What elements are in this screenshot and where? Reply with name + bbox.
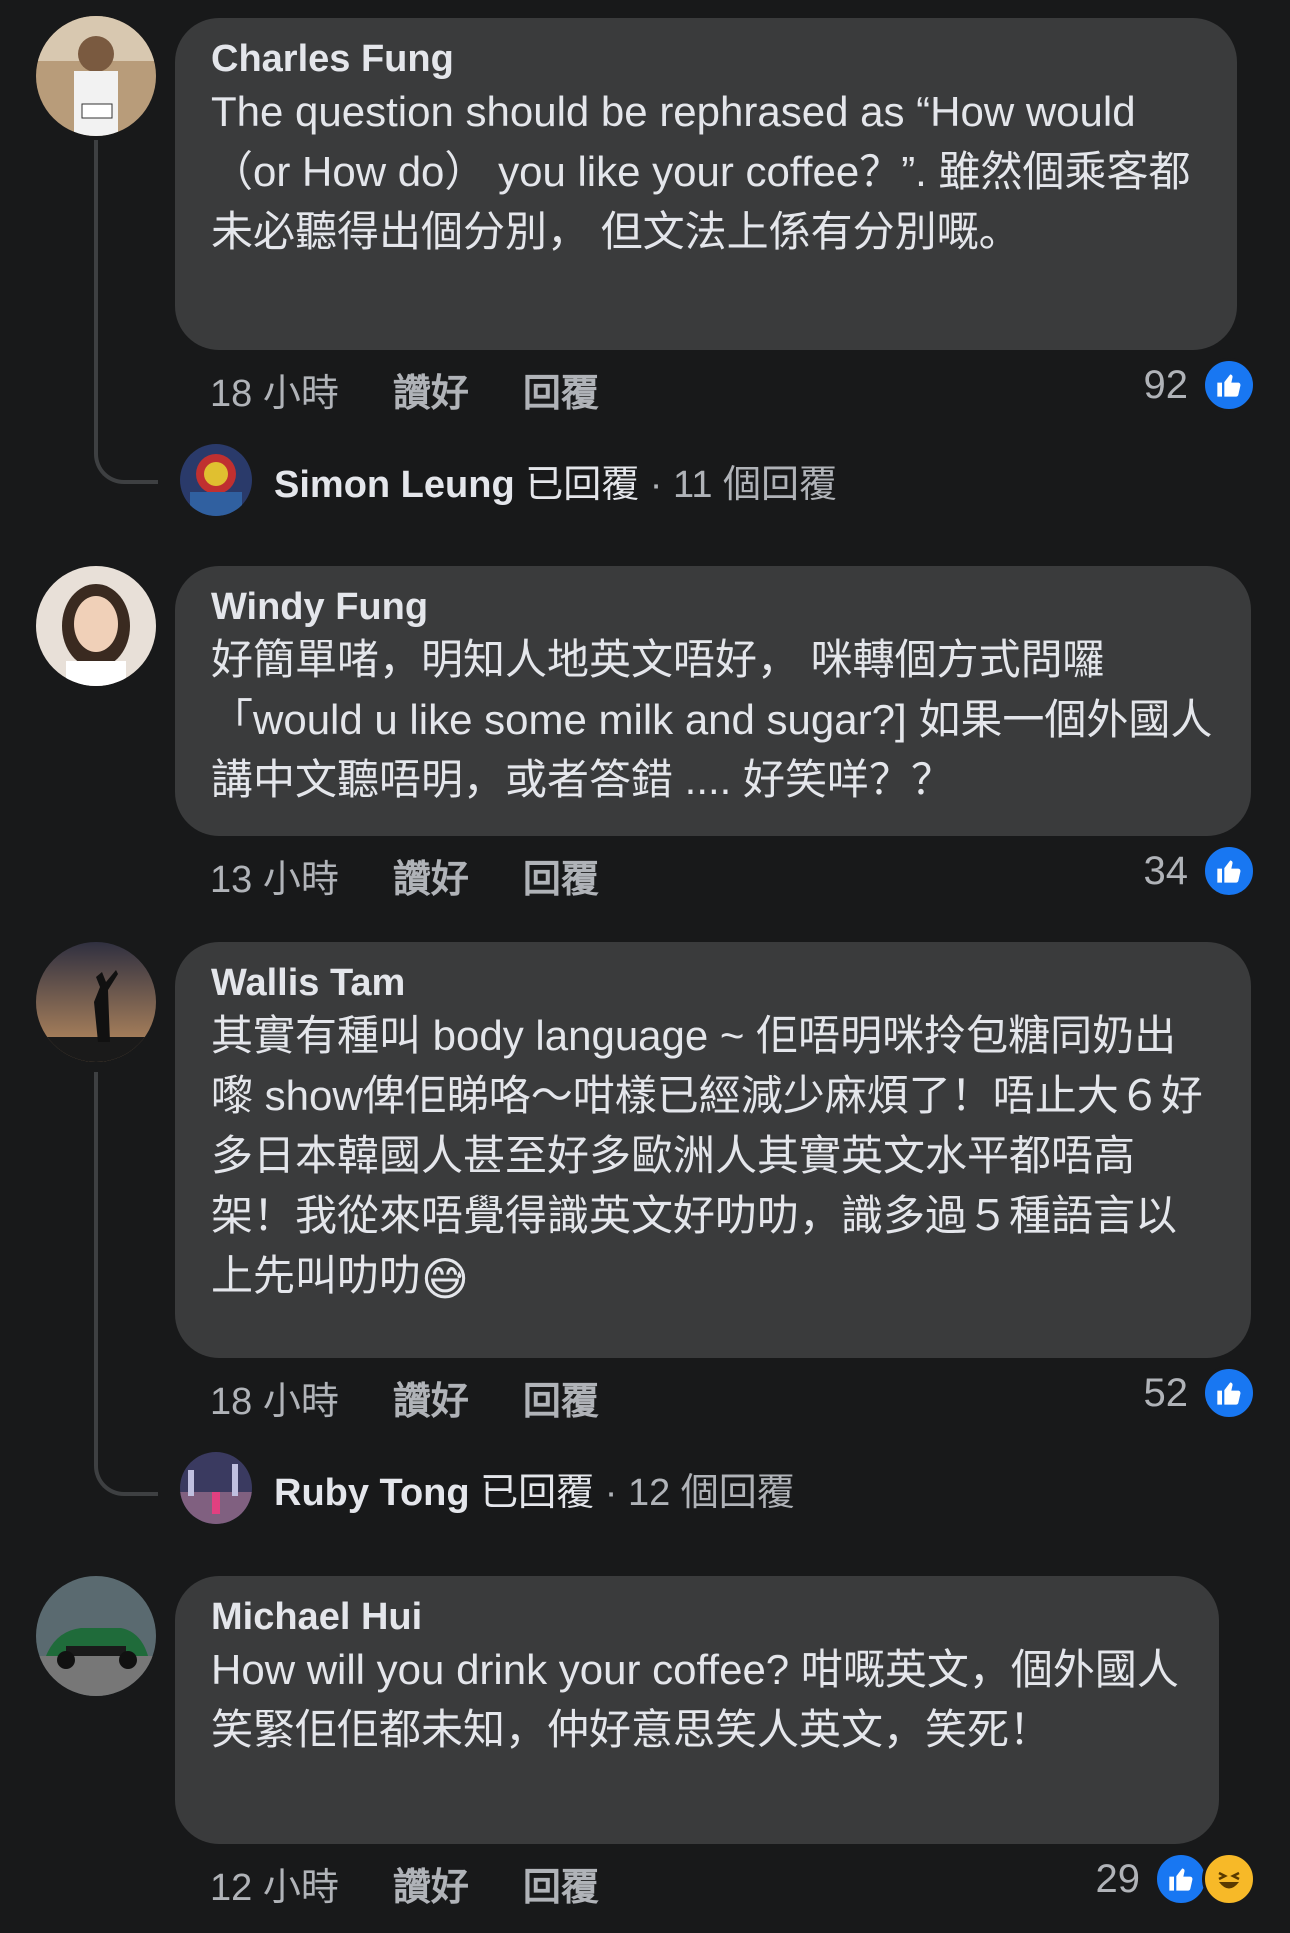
reply-count: 12 個回覆 (627, 1471, 795, 1514)
reply-author: Ruby Tong (274, 1471, 470, 1514)
like-count: 52 (1143, 1370, 1189, 1415)
thumbs-up-icon (1202, 844, 1256, 898)
comment-time[interactable]: 18 小時 (210, 1370, 339, 1425)
comment-text: 好簡單啫，明知人地英文唔好， 咪轉個方式問囉「would u like some… (211, 636, 1213, 803)
comment-author[interactable]: Charles Fung (211, 36, 1201, 82)
comment-time[interactable]: 18 小時 (210, 362, 339, 417)
reply-separator: · (649, 463, 663, 506)
reply-avatar (180, 444, 252, 516)
reply-button[interactable]: 回覆 (523, 848, 599, 903)
avatar[interactable] (36, 1576, 156, 1696)
reply-button[interactable]: 回覆 (523, 1370, 599, 1425)
comment-bubble: Windy Fung 好簡單啫，明知人地英文唔好， 咪轉個方式問囉「would … (175, 566, 1251, 836)
comment-text: How will you drink your coffee? 咁嘅英文，個外國… (211, 1646, 1179, 1753)
comment-actions: 18 小時 讚好 回覆 (210, 1370, 599, 1425)
comment-bubble: Michael Hui How will you drink your coff… (175, 1576, 1219, 1844)
thumbs-up-icon (1154, 1852, 1208, 1906)
avatar[interactable] (36, 16, 156, 136)
reply-action: 已回覆 (480, 1471, 595, 1514)
thumbs-up-icon (1202, 1366, 1256, 1420)
like-button[interactable]: 讚好 (393, 362, 469, 417)
like-button[interactable]: 讚好 (393, 1856, 469, 1911)
comment-actions: 18 小時 讚好 回覆 (210, 362, 599, 417)
reply-button[interactable]: 回覆 (523, 1856, 599, 1911)
like-count: 29 (1095, 1856, 1141, 1901)
comment-time[interactable]: 12 小時 (210, 1856, 339, 1911)
thread-line (94, 140, 158, 484)
comment-actions: 12 小時 讚好 回覆 (210, 1856, 599, 1911)
replies-summary[interactable]: Ruby Tong 已回覆 · 12 個回覆 (180, 1452, 795, 1524)
comment-text: 其實有種叫 body language ~ 佢唔明咪拎包糖同奶出嚟 show俾佢… (211, 1006, 1215, 1309)
comment-text: The question should be rephrased as “How… (211, 88, 1191, 255)
comment-bubble: Charles Fung The question should be reph… (175, 18, 1237, 350)
comment-bubble: Wallis Tam 其實有種叫 body language ~ 佢唔明咪拎包糖… (175, 942, 1251, 1358)
comment-author[interactable]: Windy Fung (211, 584, 1215, 630)
reply-separator: · (604, 1471, 618, 1514)
avatar[interactable] (36, 942, 156, 1062)
thread-line (94, 1072, 158, 1496)
reply-avatar (180, 1452, 252, 1524)
reply-count: 11 個回覆 (673, 463, 838, 506)
avatar[interactable] (36, 566, 156, 686)
replies-summary[interactable]: Simon Leung 已回覆 · 11 個回覆 (180, 444, 837, 516)
thumbs-up-icon (1202, 358, 1256, 412)
reaction-summary[interactable]: 34 (1143, 844, 1256, 898)
reply-action: 已回覆 (525, 463, 640, 506)
reaction-summary[interactable]: 92 (1143, 358, 1256, 412)
comment-actions: 13 小時 讚好 回覆 (210, 848, 599, 903)
comment-text-body: 其實有種叫 body language ~ 佢唔明咪拎包糖同奶出嚟 show俾佢… (211, 1012, 1203, 1299)
haha-reaction-icon (1202, 1852, 1256, 1906)
reaction-summary[interactable]: 52 (1143, 1366, 1256, 1420)
like-button[interactable]: 讚好 (393, 1370, 469, 1425)
comment-author[interactable]: Wallis Tam (211, 960, 1215, 1006)
reaction-summary[interactable]: 29 (1095, 1852, 1256, 1906)
like-count: 34 (1143, 848, 1189, 893)
like-count: 92 (1143, 362, 1189, 407)
sweat-smile-emoji: 😅 (421, 1252, 469, 1305)
comment-author[interactable]: Michael Hui (211, 1594, 1183, 1640)
reply-button[interactable]: 回覆 (523, 362, 599, 417)
like-button[interactable]: 讚好 (393, 848, 469, 903)
comment-time[interactable]: 13 小時 (210, 848, 339, 903)
reply-author: Simon Leung (274, 463, 515, 506)
